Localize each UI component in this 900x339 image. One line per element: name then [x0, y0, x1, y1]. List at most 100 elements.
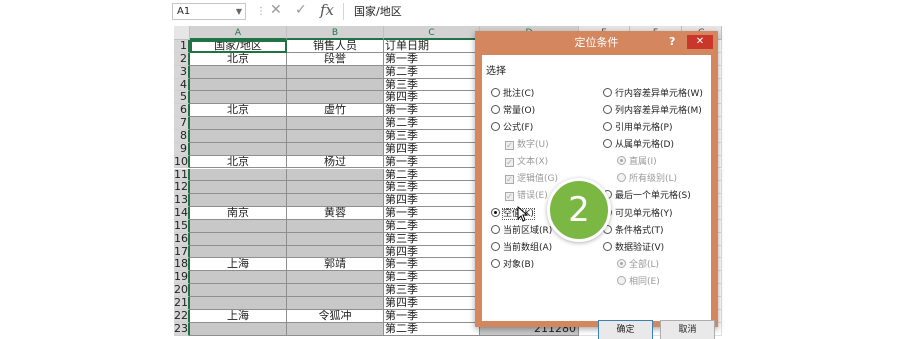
cell-a4[interactable]: [190, 78, 287, 92]
right-option-6[interactable]: 最后一个单元格(S): [603, 189, 691, 203]
cell-c8[interactable]: 第三季: [384, 129, 480, 143]
row-header[interactable]: 14: [174, 207, 190, 220]
cell-b12[interactable]: [287, 181, 384, 195]
cell-a18[interactable]: 上海: [190, 258, 287, 272]
cell-a22[interactable]: 上海: [190, 309, 287, 323]
cell-a12[interactable]: [190, 181, 287, 195]
radio-button[interactable]: [491, 122, 500, 131]
cell-a21[interactable]: [190, 297, 287, 310]
cell-c1[interactable]: 订单日期: [384, 40, 480, 53]
right-option-0[interactable]: 行内容差异单元格(W): [603, 87, 703, 101]
cell-c6[interactable]: 第一季: [384, 104, 480, 118]
insert-function-icon[interactable]: fx: [320, 1, 334, 19]
cell-b23[interactable]: [287, 322, 384, 336]
radio-button[interactable]: [491, 242, 500, 251]
cell-b2[interactable]: 段誉: [287, 52, 384, 66]
cell-a9[interactable]: [190, 142, 287, 156]
row-header[interactable]: 16: [174, 232, 190, 246]
cell-a5[interactable]: [190, 91, 287, 105]
cell-a16[interactable]: [190, 232, 287, 246]
row-header[interactable]: 1: [174, 40, 190, 53]
right-option-1[interactable]: 列内容差异单元格(M): [603, 104, 702, 118]
row-header[interactable]: 23: [174, 322, 190, 336]
cell-b3[interactable]: [287, 65, 384, 79]
column-header-a[interactable]: A: [190, 26, 287, 40]
cell-a20[interactable]: [190, 284, 287, 297]
cell-a3[interactable]: [190, 65, 287, 79]
cell-a23[interactable]: [190, 322, 287, 336]
close-icon[interactable]: ✕: [687, 35, 713, 49]
cell-a2[interactable]: 北京: [190, 52, 287, 66]
cell-a7[interactable]: [190, 117, 287, 130]
right-option-9[interactable]: 数据验证(V): [603, 241, 664, 255]
radio-button[interactable]: [603, 88, 612, 97]
cell-a13[interactable]: [190, 194, 287, 208]
confirm-icon[interactable]: ✓: [295, 2, 307, 18]
cell-c19[interactable]: 第二季: [384, 271, 480, 285]
cell-b6[interactable]: 虚竹: [287, 104, 384, 118]
cell-b4[interactable]: [287, 78, 384, 92]
cell-b7[interactable]: [287, 117, 384, 130]
radio-button[interactable]: [491, 88, 500, 97]
cell-a6[interactable]: 北京: [190, 104, 287, 118]
formula-input[interactable]: 国家/地区: [343, 3, 900, 20]
cell-b10[interactable]: 杨过: [287, 155, 384, 169]
cell-c23[interactable]: 第二季: [384, 322, 480, 336]
row-header[interactable]: 2: [174, 52, 190, 66]
row-header[interactable]: 15: [174, 219, 190, 233]
cell-b20[interactable]: [287, 284, 384, 297]
left-option-10[interactable]: 对象(B): [491, 258, 534, 272]
cell-c14[interactable]: 第一季: [384, 207, 480, 220]
cancel-icon[interactable]: ✕: [270, 2, 282, 18]
cell-b21[interactable]: [287, 297, 384, 310]
cell-c10[interactable]: 第一季: [384, 155, 480, 169]
cell-a8[interactable]: [190, 129, 287, 143]
right-option-8[interactable]: 条件格式(T): [603, 224, 664, 238]
cell-a19[interactable]: [190, 271, 287, 285]
radio-button[interactable]: [491, 259, 500, 268]
right-option-3[interactable]: 从属单元格(D): [603, 138, 674, 152]
cell-c7[interactable]: 第二季: [384, 117, 480, 130]
radio-button[interactable]: [603, 105, 612, 114]
radio-button[interactable]: [603, 242, 612, 251]
column-header-c[interactable]: C: [384, 26, 480, 40]
cell-c21[interactable]: 第四季: [384, 297, 480, 310]
cell-a10[interactable]: 北京: [190, 155, 287, 169]
radio-button[interactable]: [603, 122, 612, 131]
cell-b16[interactable]: [287, 232, 384, 246]
radio-button[interactable]: [491, 105, 500, 114]
cell-c4[interactable]: 第三季: [384, 78, 480, 92]
row-header[interactable]: 10: [174, 155, 190, 169]
cell-b17[interactable]: [287, 245, 384, 259]
radio-button[interactable]: [491, 208, 500, 217]
cell-b15[interactable]: [287, 219, 384, 233]
cell-b5[interactable]: [287, 91, 384, 105]
row-header[interactable]: 9: [174, 142, 190, 156]
cell-c3[interactable]: 第二季: [384, 65, 480, 79]
row-header[interactable]: 7: [174, 117, 190, 130]
cell-b13[interactable]: [287, 194, 384, 208]
cell-c11[interactable]: 第二季: [384, 168, 480, 182]
cell-b8[interactable]: [287, 129, 384, 143]
cell-c17[interactable]: 第四季: [384, 245, 480, 259]
cell-b1[interactable]: 销售人员: [287, 40, 384, 53]
cell-c12[interactable]: 第三季: [384, 181, 480, 195]
name-box[interactable]: A1 ▼: [172, 3, 246, 20]
cell-c15[interactable]: 第二季: [384, 219, 480, 233]
cell-c5[interactable]: 第四季: [384, 91, 480, 105]
cell-a15[interactable]: [190, 219, 287, 233]
cell-b9[interactable]: [287, 142, 384, 156]
cell-b22[interactable]: 令狐冲: [287, 309, 384, 323]
cell-c22[interactable]: 第一季: [384, 309, 480, 323]
cell-c13[interactable]: 第四季: [384, 194, 480, 208]
ok-button[interactable]: 确定: [598, 320, 653, 339]
radio-button[interactable]: [603, 139, 612, 148]
cell-c18[interactable]: 第一季: [384, 258, 480, 272]
help-icon[interactable]: ?: [669, 35, 675, 48]
row-header[interactable]: 8: [174, 130, 190, 143]
cell-c16[interactable]: 第三季: [384, 232, 480, 246]
row-header[interactable]: 22: [174, 309, 190, 323]
cell-b19[interactable]: [287, 271, 384, 285]
cell-c9[interactable]: 第四季: [384, 142, 480, 156]
cell-b11[interactable]: [287, 168, 384, 182]
